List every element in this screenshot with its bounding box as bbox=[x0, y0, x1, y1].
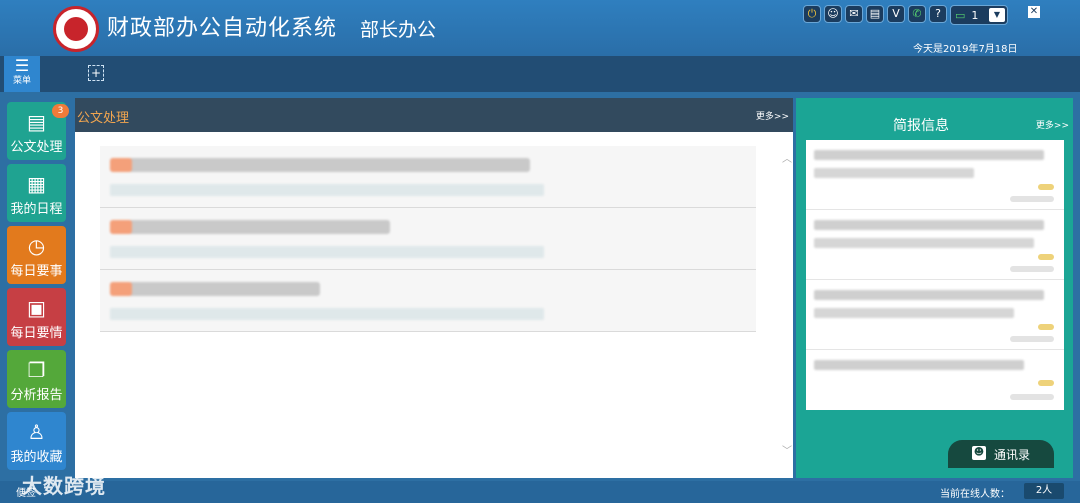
chevron-down-icon: ▼ bbox=[989, 8, 1005, 22]
calendar-icon: ▦ bbox=[27, 172, 46, 196]
contacts-button[interactable]: ☻ 通讯录 bbox=[948, 440, 1054, 468]
report-icon: ▣ bbox=[27, 296, 46, 320]
blurred-title bbox=[110, 220, 390, 234]
mail-icon[interactable]: ✉ bbox=[845, 5, 863, 23]
documents-panel: 公文处理 更多>> ︿ ﹀ bbox=[75, 98, 793, 478]
close-icon[interactable]: ✕ bbox=[1028, 6, 1040, 18]
menu-button[interactable]: ☰ 菜单 bbox=[4, 56, 40, 92]
document-icon: ▤ bbox=[27, 110, 46, 134]
scroll-up-icon[interactable]: ︿ bbox=[782, 150, 792, 165]
list-item[interactable] bbox=[806, 350, 1064, 420]
briefing-list bbox=[806, 140, 1064, 410]
list-item[interactable] bbox=[100, 208, 756, 270]
message-count: 1 bbox=[971, 8, 979, 22]
blurred-meta bbox=[110, 246, 544, 258]
sidebar-item-favorites[interactable]: ♙ 我的收藏 bbox=[7, 412, 66, 470]
watermark: 大数跨境 bbox=[22, 474, 106, 498]
date-display: 今天是2019年7月18日 bbox=[913, 44, 1018, 55]
message-dropdown[interactable]: ▭ 1 ▼ bbox=[950, 5, 1008, 25]
add-tab-button[interactable]: + bbox=[88, 65, 104, 81]
menu-icon: ☰ bbox=[14, 56, 30, 75]
briefing-panel: 简报信息 更多>> ☻ 通讯录 bbox=[796, 98, 1073, 478]
panel-title: 公文处理 bbox=[77, 111, 130, 126]
top-toolbar-icons: ⏻ ☺ ✉ ▤ V ✆ ? ▭ 1 ▼ bbox=[803, 5, 1008, 25]
contacts-label: 通讯录 bbox=[994, 448, 1031, 462]
sidebar-item-documents[interactable]: ▤ 公文处理 3 bbox=[7, 102, 69, 160]
blurred-meta bbox=[110, 184, 544, 196]
power-icon[interactable]: ⏻ bbox=[803, 5, 821, 23]
help-icon[interactable]: ? bbox=[929, 5, 947, 23]
chat-icon: ▭ bbox=[955, 8, 966, 22]
panel-header: 公文处理 更多>> bbox=[75, 98, 793, 132]
list-item[interactable] bbox=[806, 210, 1064, 280]
document-icon[interactable]: ▤ bbox=[866, 5, 884, 23]
briefing-title: 简报信息 bbox=[893, 118, 949, 134]
document-list bbox=[100, 146, 756, 332]
system-title: 财政部办公自动化系统 bbox=[107, 16, 338, 41]
briefing-more-link[interactable]: 更多>> bbox=[1036, 118, 1069, 131]
sidebar-item-analysis[interactable]: ❐ 分析报告 bbox=[7, 350, 66, 408]
list-item[interactable] bbox=[100, 270, 756, 332]
more-link[interactable]: 更多>> bbox=[756, 109, 789, 122]
sidebar-item-daily-briefing[interactable]: ▣ 每日要情 bbox=[7, 288, 66, 346]
sidebar-item-schedule[interactable]: ▦ 我的日程 bbox=[7, 164, 66, 222]
briefing-header: 简报信息 更多>> bbox=[796, 98, 1073, 138]
blurred-title bbox=[110, 158, 530, 172]
system-subtitle: 部长办公 bbox=[360, 19, 437, 41]
phone-icon[interactable]: ✆ bbox=[908, 5, 926, 23]
emblem-logo bbox=[53, 6, 99, 52]
online-users-label: 当前在线人数： bbox=[940, 489, 1010, 500]
scroll-down-icon[interactable]: ﹀ bbox=[782, 442, 792, 457]
sidebar-item-daily-events[interactable]: ◷ 每日要事 bbox=[7, 226, 66, 284]
footer: 便签 当前在线人数： 2人 bbox=[0, 481, 1080, 503]
online-users-count: 2人 bbox=[1024, 483, 1064, 499]
toolbar: ☰ 菜单 + bbox=[0, 56, 1080, 92]
menu-label: 菜单 bbox=[12, 76, 31, 86]
list-item[interactable] bbox=[806, 140, 1064, 210]
clock-icon: ◷ bbox=[27, 234, 46, 258]
copy-icon: ❐ bbox=[27, 358, 46, 382]
sidebar: ▤ 公文处理 3 ▦ 我的日程 ◷ 每日要事 ▣ 每日要情 ❐ 分析报告 ♙ 我… bbox=[0, 96, 72, 481]
badge-count: 3 bbox=[52, 104, 69, 118]
contact-icon: ☻ bbox=[972, 446, 986, 460]
list-item[interactable] bbox=[100, 146, 756, 208]
user-icon[interactable]: ☺ bbox=[824, 5, 842, 23]
v-icon[interactable]: V bbox=[887, 5, 905, 23]
header: 财政部办公自动化系统 部长办公 ⏻ ☺ ✉ ▤ V ✆ ? ▭ 1 ▼ ✕ 今天… bbox=[0, 0, 1080, 56]
list-item[interactable] bbox=[806, 280, 1064, 350]
blurred-meta bbox=[110, 308, 544, 320]
user-star-icon: ♙ bbox=[27, 420, 46, 444]
blurred-title bbox=[110, 282, 320, 296]
